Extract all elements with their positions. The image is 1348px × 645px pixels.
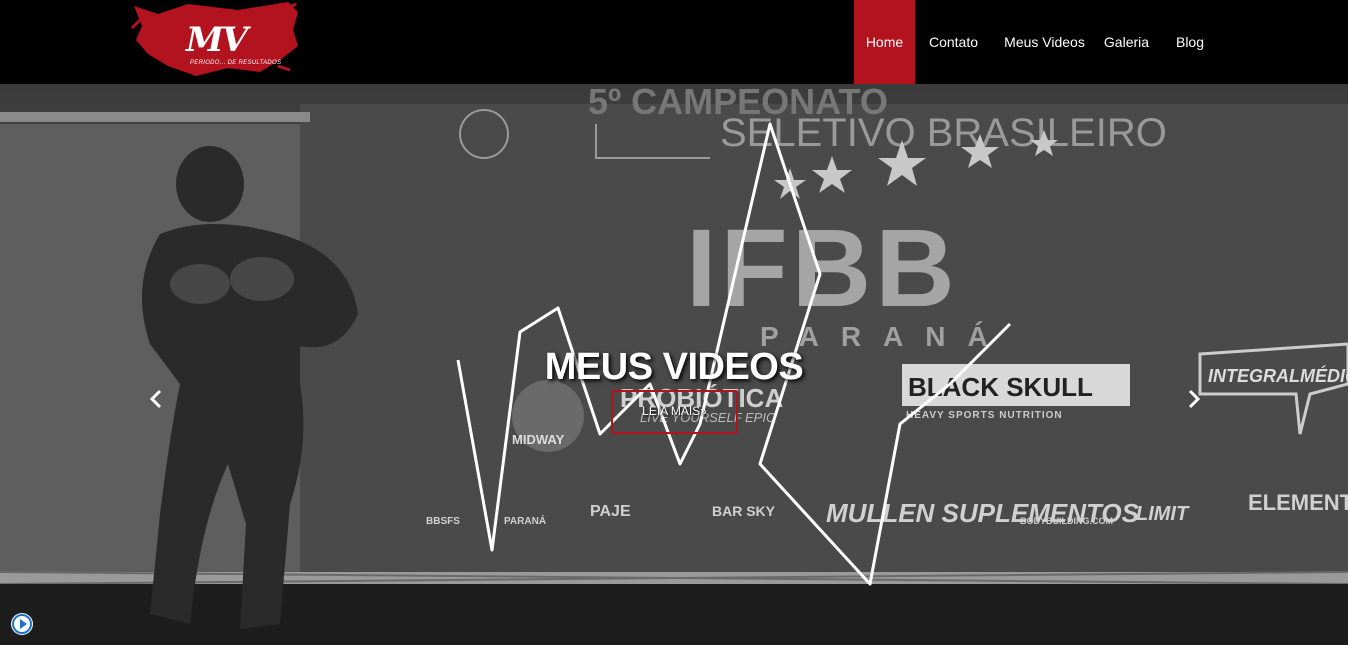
play-circle-icon: [12, 614, 32, 634]
nav-item-home[interactable]: Home: [854, 0, 915, 84]
nav-item-galeria[interactable]: Galeria: [1097, 0, 1156, 84]
main-nav: Home Contato Meus Videos Galeria Blog: [854, 0, 1224, 84]
sponsor-element: ELEMENT: [1248, 490, 1348, 515]
site-logo[interactable]: MV PERIODO... DE RESULTADOS: [128, 0, 300, 80]
bottom-strip: [0, 636, 1348, 645]
chevron-left-icon: [149, 389, 162, 409]
sponsor-parana: PARANÁ: [504, 514, 546, 527]
nav-item-meus-videos[interactable]: Meus Videos: [992, 0, 1097, 84]
nav-item-blog[interactable]: Blog: [1156, 0, 1224, 84]
nav-item-contato[interactable]: Contato: [915, 0, 992, 84]
site-header: MV PERIODO... DE RESULTADOS Home Contato…: [0, 0, 1348, 84]
sponsor-midway: MIDWAY: [512, 432, 565, 447]
sponsor-paje: PAJE: [590, 503, 631, 520]
hero-slider: 5º CAMPEONATO SELETIVO BRASILEIRO IFBB P…: [0, 84, 1348, 636]
sponsor-bodybuilding: BODYBUILDING.COM: [1020, 516, 1113, 526]
play-circle-button[interactable]: [11, 613, 33, 635]
nav-item-label: Contato: [928, 34, 979, 50]
sponsor-limit: LIMIT: [1136, 503, 1190, 525]
logo-initials: MV: [186, 20, 248, 60]
slider-next-button[interactable]: [1182, 385, 1206, 413]
sponsor-bbsfs: BBSFS: [426, 516, 460, 527]
banner-event-line2: SELETIVO BRASILEIRO: [720, 111, 1167, 155]
nav-item-label: Home: [865, 34, 904, 50]
nav-item-label: Blog: [1175, 34, 1205, 50]
hero-title: MEUS VIDEOS: [544, 346, 804, 388]
nav-item-label: Meus Videos: [1004, 34, 1085, 50]
chevron-right-icon: [1188, 389, 1201, 409]
slider-prev-button[interactable]: [144, 385, 168, 413]
sponsor-barsky: BAR SKY: [712, 503, 776, 519]
read-more-button[interactable]: LEIA MAIS»: [611, 390, 738, 434]
logo-tagline: PERIODO... DE RESULTADOS: [190, 60, 282, 66]
sponsor-blackskull-sub: HEAVY SPORTS NUTRITION: [906, 410, 1063, 421]
nav-item-label: Galeria: [1103, 34, 1150, 50]
